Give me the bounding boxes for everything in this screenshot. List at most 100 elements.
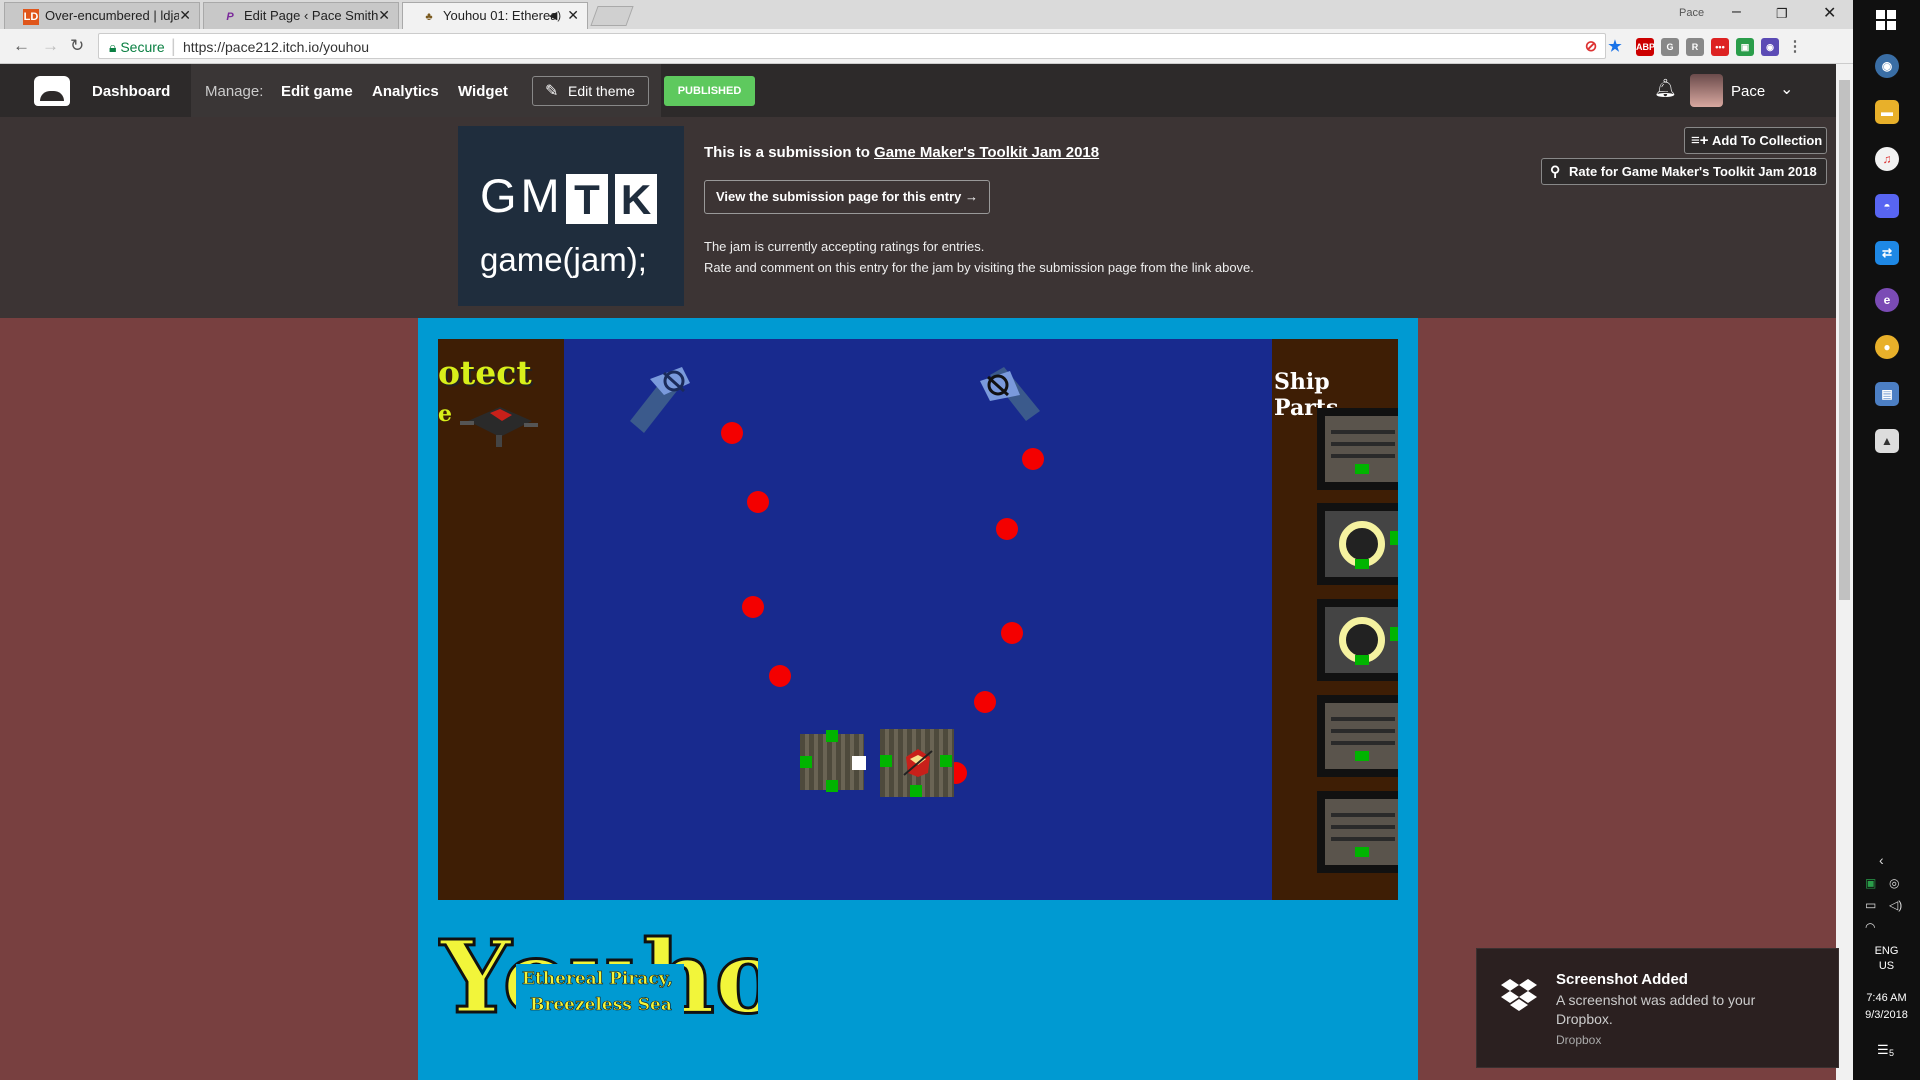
clock-time: 7:46 AM [1866,992,1907,1004]
game-title-logo: Youhou 01 Ethereal Piracy, Breezeless Se… [438,920,758,1025]
dropbox-notification[interactable]: Screenshot Added A screenshot was added … [1476,948,1839,1068]
enemy-turret-icon [630,367,690,433]
view-submission-button[interactable]: View the submission page for this entry … [704,180,990,214]
jam-note: The jam is currently accepting ratings f… [704,236,1254,278]
edit-game-link[interactable]: Edit game [281,83,353,100]
notification-message: A screenshot was added to your Dropbox. [1556,992,1756,1027]
forward-button[interactable]: → [42,36,59,56]
close-tab-icon[interactable]: ✕ [179,7,191,24]
globe-ext-icon[interactable]: ◉ [1761,38,1779,56]
jam-banner: GM T K game(jam); This is a submission t… [0,117,1836,318]
star-icon[interactable]: ★ [1606,38,1624,56]
widget-link[interactable]: Widget [458,83,508,100]
clock[interactable]: 7:46 AM 9/3/2018 [1853,990,1920,1024]
audio-playing-icon[interactable]: ◀) [549,9,561,22]
rate-button[interactable]: ⚲ Rate for Game Maker's Toolkit Jam 2018 [1541,158,1827,185]
title-sub-2: Breezeless Sea [530,995,672,1015]
raft-connector [880,755,892,767]
lang-code: ENG [1874,945,1899,957]
menu-icon[interactable]: ⋮ [1786,38,1804,56]
tab-wordpress[interactable]: P Edit Page ‹ Pace Smith — WordPress ✕ [203,2,399,29]
wifi-icon[interactable]: ◠ [1865,920,1875,934]
bell-icon[interactable]: 🔔︎ [1654,78,1677,99]
cannonball [747,491,769,513]
cannonball [974,691,996,713]
notification-title: Screenshot Added [1556,971,1688,988]
reload-button[interactable]: ↻ [70,36,84,56]
jam-link[interactable]: Game Maker's Toolkit Jam 2018 [874,144,1099,161]
language-indicator[interactable]: ENG US [1853,944,1920,974]
itunes-icon[interactable]: ♫ [1875,147,1899,171]
windows-start-icon[interactable] [1876,10,1896,30]
maximize-button[interactable]: ❐ [1776,6,1788,22]
secure-indicator: 🔒︎ Secure [109,39,165,56]
gmtk-jam-logo[interactable]: GM T K game(jam); [458,126,684,306]
green-ext-icon[interactable]: ▣ [1736,38,1754,56]
ship-part-cannon[interactable] [1317,503,1398,585]
red-ext-icon[interactable]: ••• [1711,38,1729,56]
dropbox-icon [1501,979,1537,1011]
photos-icon[interactable]: ▲ [1875,429,1899,453]
adblock-icon[interactable]: ABP [1636,38,1655,56]
url-text[interactable]: | https://pace212.itch.io/youhou [171,36,369,56]
close-tab-icon[interactable]: ✕ [378,7,390,24]
discord-icon[interactable]: ◓ [1875,194,1899,218]
back-button[interactable]: ← [13,36,30,56]
scrollbar-thumb[interactable] [1839,80,1850,600]
raft-connector [940,755,952,767]
youhou-favicon-icon: ♣ [425,11,433,23]
block-icon[interactable]: ⊘ [1582,38,1600,56]
gmtk-gamejam: game(jam); [480,241,647,278]
chevron-down-icon[interactable]: ⌄ [1780,79,1793,99]
protect-label: otect [438,353,532,392]
display-app-icon[interactable]: ▤ [1875,382,1899,406]
itch-logo-icon[interactable] [34,76,70,106]
published-badge[interactable]: PUBLISHED [664,76,755,106]
r-ext-icon[interactable]: R [1686,38,1704,56]
tab-strip: LD Over-encumbered | ldjam.com ✕ P Edit … [0,0,1853,29]
close-tab-icon[interactable]: ✕ [567,7,579,24]
ship-part-deck[interactable] [1317,408,1398,490]
game-canvas[interactable]: otect e Ship Parts [438,339,1398,900]
steam-icon[interactable]: ◎ [1889,876,1899,890]
ship-part-cannon[interactable] [1317,599,1398,681]
folder-icon[interactable]: ▬ [1875,100,1899,124]
secure-label: Secure [120,39,165,55]
new-tab-button[interactable] [590,6,634,26]
page-scrollbar[interactable] [1836,64,1853,1080]
tray-app-icon[interactable]: ▣ [1865,876,1876,890]
avatar[interactable] [1690,74,1723,107]
tab-youhou[interactable]: ♣ Youhou 01: Ethereal Piracy ◀) ✕ [402,2,588,29]
lock-icon: 🔒︎ [109,39,117,55]
blob-app-icon[interactable]: ● [1875,335,1899,359]
manage-label: Manage: [205,83,264,100]
submission-prefix: This is a submission to [704,144,875,161]
tab-ldjam[interactable]: LD Over-encumbered | ldjam.com ✕ [4,2,200,29]
analytics-link[interactable]: Analytics [372,83,439,100]
cannonball [1022,448,1044,470]
g-ext-icon[interactable]: G [1661,38,1679,56]
volume-icon[interactable]: ◁) [1889,898,1902,912]
tab-title: Over-encumbered | ldjam.com [45,8,179,23]
dashboard-link[interactable]: Dashboard [92,83,170,100]
add-to-collection-button[interactable]: ≡+ Add To Collection [1684,127,1827,154]
cannonball [769,665,791,687]
network-app-icon[interactable]: ⇄ [1875,241,1899,265]
action-center-icon[interactable]: ☰ 5 [1877,1042,1897,1060]
tray-expand-icon[interactable]: ‹ [1879,852,1884,868]
battery-icon[interactable]: ▭ [1865,898,1876,912]
close-window-button[interactable]: ✕ [1823,3,1836,23]
emacs-icon[interactable]: e [1875,288,1899,312]
minimize-button[interactable]: – [1732,3,1741,21]
cannonball [1001,622,1023,644]
jam-note-line: The jam is currently accepting ratings f… [704,239,985,254]
raft-connector [826,780,838,792]
chrome-icon[interactable]: ◉ [1875,54,1899,78]
clock-date: 9/3/2018 [1865,1009,1908,1021]
username[interactable]: Pace [1731,83,1765,100]
address-bar[interactable]: 🔒︎ Secure | https://pace212.itch.io/youho… [98,33,1606,59]
tab-title: Youhou 01: Ethereal Piracy [443,8,555,23]
edit-theme-button[interactable]: ✎ Edit theme [532,76,649,106]
ship-part-deck[interactable] [1317,791,1398,873]
ship-part-deck[interactable] [1317,695,1398,777]
